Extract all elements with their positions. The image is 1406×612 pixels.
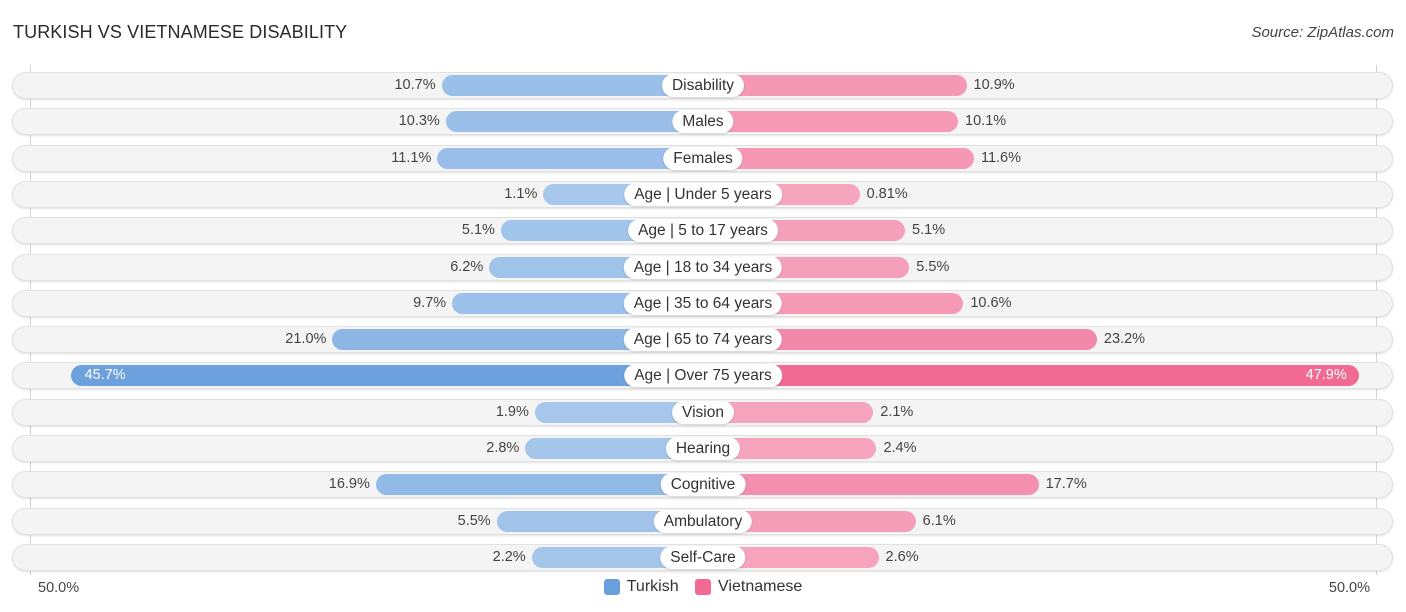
value-label-vietnamese: 5.5% [916, 258, 950, 275]
bar-vietnamese[interactable] [703, 111, 959, 133]
value-label-turkish: 2.8% [486, 440, 520, 456]
chart-row: Age | Over 75 years 45.7% 47.9% [12, 362, 1393, 390]
category-label: Vision [672, 400, 734, 424]
category-label: Cognitive [660, 473, 746, 497]
value-label-turkish: 5.1% [461, 222, 495, 239]
bar-vietnamese[interactable] [703, 147, 974, 169]
value-label-turkish: 10.7% [394, 77, 436, 93]
chart-row: Ambulatory 5.5% 6.1% [12, 507, 1393, 535]
value-label-vietnamese: 2.4% [883, 440, 917, 456]
value-label-vietnamese: 2.6% [885, 548, 919, 565]
value-label-vietnamese: 10.6% [970, 294, 1012, 311]
right-axis-line [1376, 65, 1377, 575]
category-label: Age | 35 to 64 years [623, 291, 783, 315]
chart-row: Females 11.1% 11.6% [12, 144, 1393, 172]
legend-item-vietnamese[interactable]: Vietnamese [695, 578, 802, 596]
value-label-vietnamese: 5.1% [912, 222, 946, 239]
category-label: Age | 65 to 74 years [623, 328, 783, 352]
chart-row: Age | 18 to 34 years 6.2% 5.5% [12, 253, 1393, 281]
category-label: Ambulatory [653, 509, 753, 533]
value-label-turkish: 2.2% [492, 548, 526, 565]
category-label: Females [663, 146, 743, 170]
value-label-vietnamese: 10.9% [973, 77, 1015, 93]
chart-row: Age | 65 to 74 years 21.0% 23.2% [12, 326, 1393, 354]
left-axis-line [30, 65, 31, 575]
bar-vietnamese[interactable] [703, 365, 1359, 387]
value-label-vietnamese: 11.6% [980, 149, 1021, 166]
chart-row: Self-Care 2.2% 2.6% [12, 543, 1393, 571]
legend-swatch-turkish [603, 579, 620, 595]
source-label: Source: ZipAtlas.com [1251, 24, 1394, 41]
value-label-vietnamese: 23.2% [1103, 331, 1146, 348]
chart-title: TURKISH VS VIETNAMESE DISABILITY [13, 22, 348, 42]
legend-label-turkish: Turkish [626, 578, 679, 595]
value-label-turkish: 21.0% [285, 331, 327, 348]
value-label-turkish: 6.2% [450, 258, 484, 275]
value-label-turkish: 45.7% [84, 367, 126, 384]
value-label-turkish: 1.1% [504, 185, 538, 202]
category-label: Age | 18 to 34 years [623, 255, 783, 279]
value-label-vietnamese: 6.1% [922, 512, 956, 529]
legend: Turkish Vietnamese [0, 578, 1406, 600]
chart-row: Age | Under 5 years 1.1% 0.81% [12, 180, 1393, 208]
value-label-vietnamese: 2.1% [880, 403, 914, 420]
chart-row: Cognitive 16.9% 17.7% [12, 471, 1393, 499]
category-label: Disability [661, 74, 745, 97]
value-label-vietnamese: 17.7% [1045, 476, 1087, 493]
category-label: Males [672, 110, 734, 134]
value-label-turkish: 10.3% [398, 113, 440, 130]
bar-vietnamese[interactable] [703, 474, 1039, 496]
chart-row: Disability 10.7% 10.9% [12, 72, 1393, 99]
legend-swatch-vietnamese [695, 579, 712, 595]
value-label-turkish: 11.1% [391, 149, 432, 166]
category-label: Self-Care [660, 545, 746, 569]
bar-turkish[interactable] [70, 365, 703, 387]
bar-turkish[interactable] [445, 111, 703, 133]
chart-row: Age | 5 to 17 years 5.1% 5.1% [12, 217, 1393, 245]
value-label-turkish: 16.9% [328, 476, 370, 493]
legend-item-turkish[interactable]: Turkish [603, 578, 679, 596]
value-label-vietnamese: 0.81% [866, 185, 908, 202]
chart-row: Age | 35 to 64 years 9.7% 10.6% [12, 289, 1393, 317]
value-label-vietnamese: 10.1% [965, 113, 1007, 130]
chart-row: Vision 1.9% 2.1% [12, 398, 1393, 426]
category-label: Age | Under 5 years [624, 182, 782, 206]
chart-row: Hearing 2.8% 2.4% [12, 435, 1393, 462]
value-label-turkish: 1.9% [495, 403, 529, 420]
value-label-vietnamese: 47.9% [1305, 367, 1347, 384]
category-label: Age | Over 75 years [624, 364, 782, 388]
category-label: Hearing [665, 437, 741, 460]
value-label-turkish: 5.5% [457, 512, 491, 529]
category-label: Age | 5 to 17 years [628, 219, 778, 243]
legend-label-vietnamese: Vietnamese [718, 578, 803, 595]
bar-turkish[interactable] [375, 474, 703, 496]
value-label-turkish: 9.7% [413, 294, 447, 311]
chart-row: Males 10.3% 10.1% [12, 108, 1393, 136]
